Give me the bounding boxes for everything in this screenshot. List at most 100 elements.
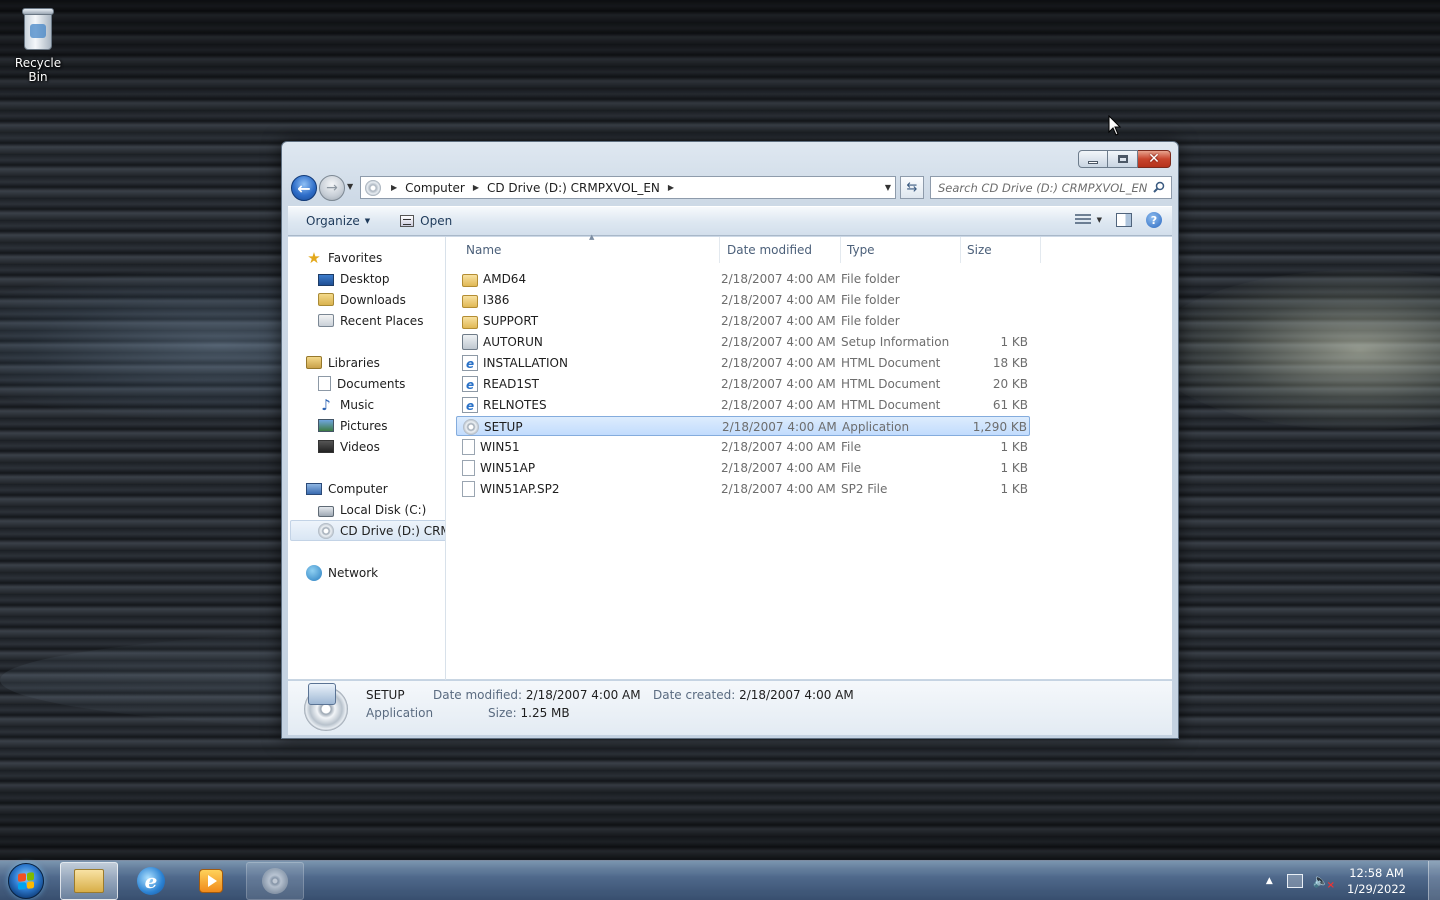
clock[interactable]: 12:58 AM 1/29/2022: [1347, 865, 1406, 897]
details-value: 2/18/2007 4:00 AM: [525, 688, 641, 702]
media-player-icon: [199, 869, 223, 893]
taskbar-item-cd-drive-window[interactable]: [246, 862, 304, 900]
file-size: 61 KB: [992, 398, 1028, 412]
file-row[interactable]: WIN51AP.SP2 2/18/2007 4:00 AM SP2 File 1 KB: [456, 479, 1030, 499]
file-name: WIN51AP: [480, 461, 536, 475]
nav-favorites[interactable]: ★ Favorites: [306, 247, 382, 268]
address-history-dropdown-icon[interactable]: ▼: [885, 183, 891, 192]
show-hidden-icons-icon[interactable]: ▲: [1266, 876, 1273, 886]
search-input[interactable]: [938, 180, 1150, 195]
file-row[interactable]: AUTORUN 2/18/2007 4:00 AM Setup Informatio…: [456, 332, 1030, 352]
file-name: RELNOTES: [483, 398, 547, 412]
folder-icon: [462, 315, 478, 329]
nav-computer[interactable]: Computer: [306, 478, 388, 499]
network-tray-icon[interactable]: [1286, 874, 1303, 888]
nav-local-disk[interactable]: Local Disk (C:): [318, 499, 426, 520]
clock-date: 1/29/2022: [1347, 882, 1406, 896]
open-button[interactable]: Open: [400, 214, 452, 228]
file-date-modified: 2/18/2007 4:00 AM: [721, 335, 836, 349]
nav-label: Videos: [340, 439, 380, 454]
file-size: 20 KB: [992, 377, 1028, 391]
help-icon[interactable]: ?: [1146, 212, 1162, 228]
file-icon: [462, 460, 475, 476]
file-type: HTML Document: [841, 377, 941, 391]
nav-desktop[interactable]: Desktop: [318, 268, 390, 289]
file-name-cell: AUTORUN: [462, 332, 543, 352]
details-file-name: SETUP: [366, 688, 405, 702]
file-name-cell: SUPPORT: [462, 311, 538, 331]
file-row[interactable]: AMD64 2/18/2007 4:00 AM File folder: [456, 269, 1030, 289]
file-date-modified: 2/18/2007 4:00 AM: [721, 461, 836, 475]
breadcrumb-cd-drive[interactable]: CD Drive (D:) CRMPXVOL_EN: [487, 181, 660, 195]
desktop-icon-recycle-bin[interactable]: Recycle Bin: [4, 6, 72, 84]
nav-label: Favorites: [328, 250, 383, 265]
file-row[interactable]: RELNOTES 2/18/2007 4:00 AM HTML Document 61…: [456, 395, 1030, 416]
recent-pages-dropdown[interactable]: ▼: [347, 182, 353, 191]
folder-icon: [462, 294, 478, 308]
libraries-icon: [306, 356, 322, 369]
file-size: [948, 290, 1028, 310]
nav-label: Downloads: [340, 292, 406, 307]
change-view-icon[interactable]: [1074, 214, 1091, 226]
html-document-icon: [462, 354, 478, 374]
file-size: 1,290 KB: [972, 420, 1027, 434]
taskbar-item-windows-explorer[interactable]: [60, 862, 118, 900]
nav-label: Libraries: [328, 355, 380, 370]
column-header-size[interactable]: Size: [961, 237, 1041, 263]
forward-button[interactable]: →: [319, 175, 345, 201]
nav-cd-drive[interactable]: CD Drive (D:) CRMP:: [290, 520, 445, 541]
maximize-button[interactable]: [1108, 150, 1138, 168]
organize-button[interactable]: Organize ▼: [306, 214, 370, 228]
file-list: Name ▲ Date modified Type Size AMD64 2/18…: [456, 233, 1172, 680]
desktop-icon: [318, 273, 334, 286]
nav-downloads[interactable]: Downloads: [318, 289, 406, 310]
navigation-pane: ★ Favorites Desktop Downloads Recent Pla…: [288, 237, 446, 680]
file-row[interactable]: I386 2/18/2007 4:00 AM File folder: [456, 290, 1030, 310]
nav-videos[interactable]: Videos: [318, 436, 380, 457]
file-name-cell: SETUP: [463, 417, 523, 437]
refresh-button[interactable]: ⇆: [900, 176, 924, 199]
column-header-date-modified[interactable]: Date modified: [721, 237, 841, 263]
volume-muted-icon[interactable]: 🔈 ×: [1313, 874, 1335, 891]
nav-label: Local Disk (C:): [340, 502, 427, 517]
system-tray: ▲ 🔈 × 12:58 AM 1/29/2022: [1266, 861, 1440, 900]
show-desktop-button[interactable]: [1428, 861, 1440, 900]
file-row[interactable]: INSTALLATION 2/18/2007 4:00 AM HTML Docume…: [456, 353, 1030, 374]
preview-pane-icon[interactable]: [1116, 213, 1132, 227]
nav-recent-places[interactable]: Recent Places: [318, 310, 423, 331]
file-row[interactable]: READ1ST 2/18/2007 4:00 AM HTML Document 20 …: [456, 374, 1030, 395]
back-button[interactable]: ←: [291, 175, 317, 201]
file-row[interactable]: SETUP 2/18/2007 4:00 AM Application 1,290 K…: [456, 416, 1030, 436]
taskbar-item-internet-explorer[interactable]: e: [122, 862, 180, 900]
nav-documents[interactable]: Documents: [318, 373, 405, 394]
file-name: WIN51AP.SP2: [480, 482, 560, 496]
breadcrumb-computer[interactable]: Computer: [405, 181, 465, 195]
column-header-label: Date modified: [727, 243, 813, 257]
videos-icon: [318, 440, 334, 453]
nav-label: Pictures: [340, 418, 388, 433]
file-size: [948, 311, 1028, 331]
details-value: 2/18/2007 4:00 AM: [739, 688, 854, 702]
file-date-modified: 2/18/2007 4:00 AM: [721, 314, 836, 328]
nav-pictures[interactable]: Pictures: [318, 415, 388, 436]
breadcrumb-separator-icon[interactable]: ▶: [668, 183, 674, 192]
start-button[interactable]: [8, 863, 44, 899]
nav-label: Network: [328, 565, 379, 580]
views-chevron-down-icon[interactable]: ▼: [1097, 216, 1102, 224]
address-bar[interactable]: ▶ Computer ▶ CD Drive (D:) CRMPXVOL_EN ▶…: [360, 176, 896, 199]
file-row[interactable]: SUPPORT 2/18/2007 4:00 AM File folder: [456, 311, 1030, 331]
column-header-type[interactable]: Type: [841, 237, 961, 263]
nav-network[interactable]: Network: [306, 562, 378, 583]
file-row[interactable]: WIN51AP 2/18/2007 4:00 AM File 1 KB: [456, 458, 1030, 478]
command-bar: Organize ▼ Open ▼ ?: [288, 206, 1172, 236]
nav-libraries[interactable]: Libraries: [306, 352, 380, 373]
search-icon[interactable]: [1153, 181, 1165, 193]
close-button[interactable]: ✕: [1138, 150, 1171, 168]
html-document-icon: [462, 375, 478, 395]
taskbar-item-media-player[interactable]: [182, 862, 240, 900]
breadcrumb-separator-icon[interactable]: ▶: [391, 183, 397, 192]
minimize-button[interactable]: [1078, 150, 1108, 168]
file-row[interactable]: WIN51 2/18/2007 4:00 AM File 1 KB: [456, 437, 1030, 457]
nav-music[interactable]: ♪ Music: [318, 394, 374, 415]
breadcrumb-separator-icon[interactable]: ▶: [473, 183, 479, 192]
